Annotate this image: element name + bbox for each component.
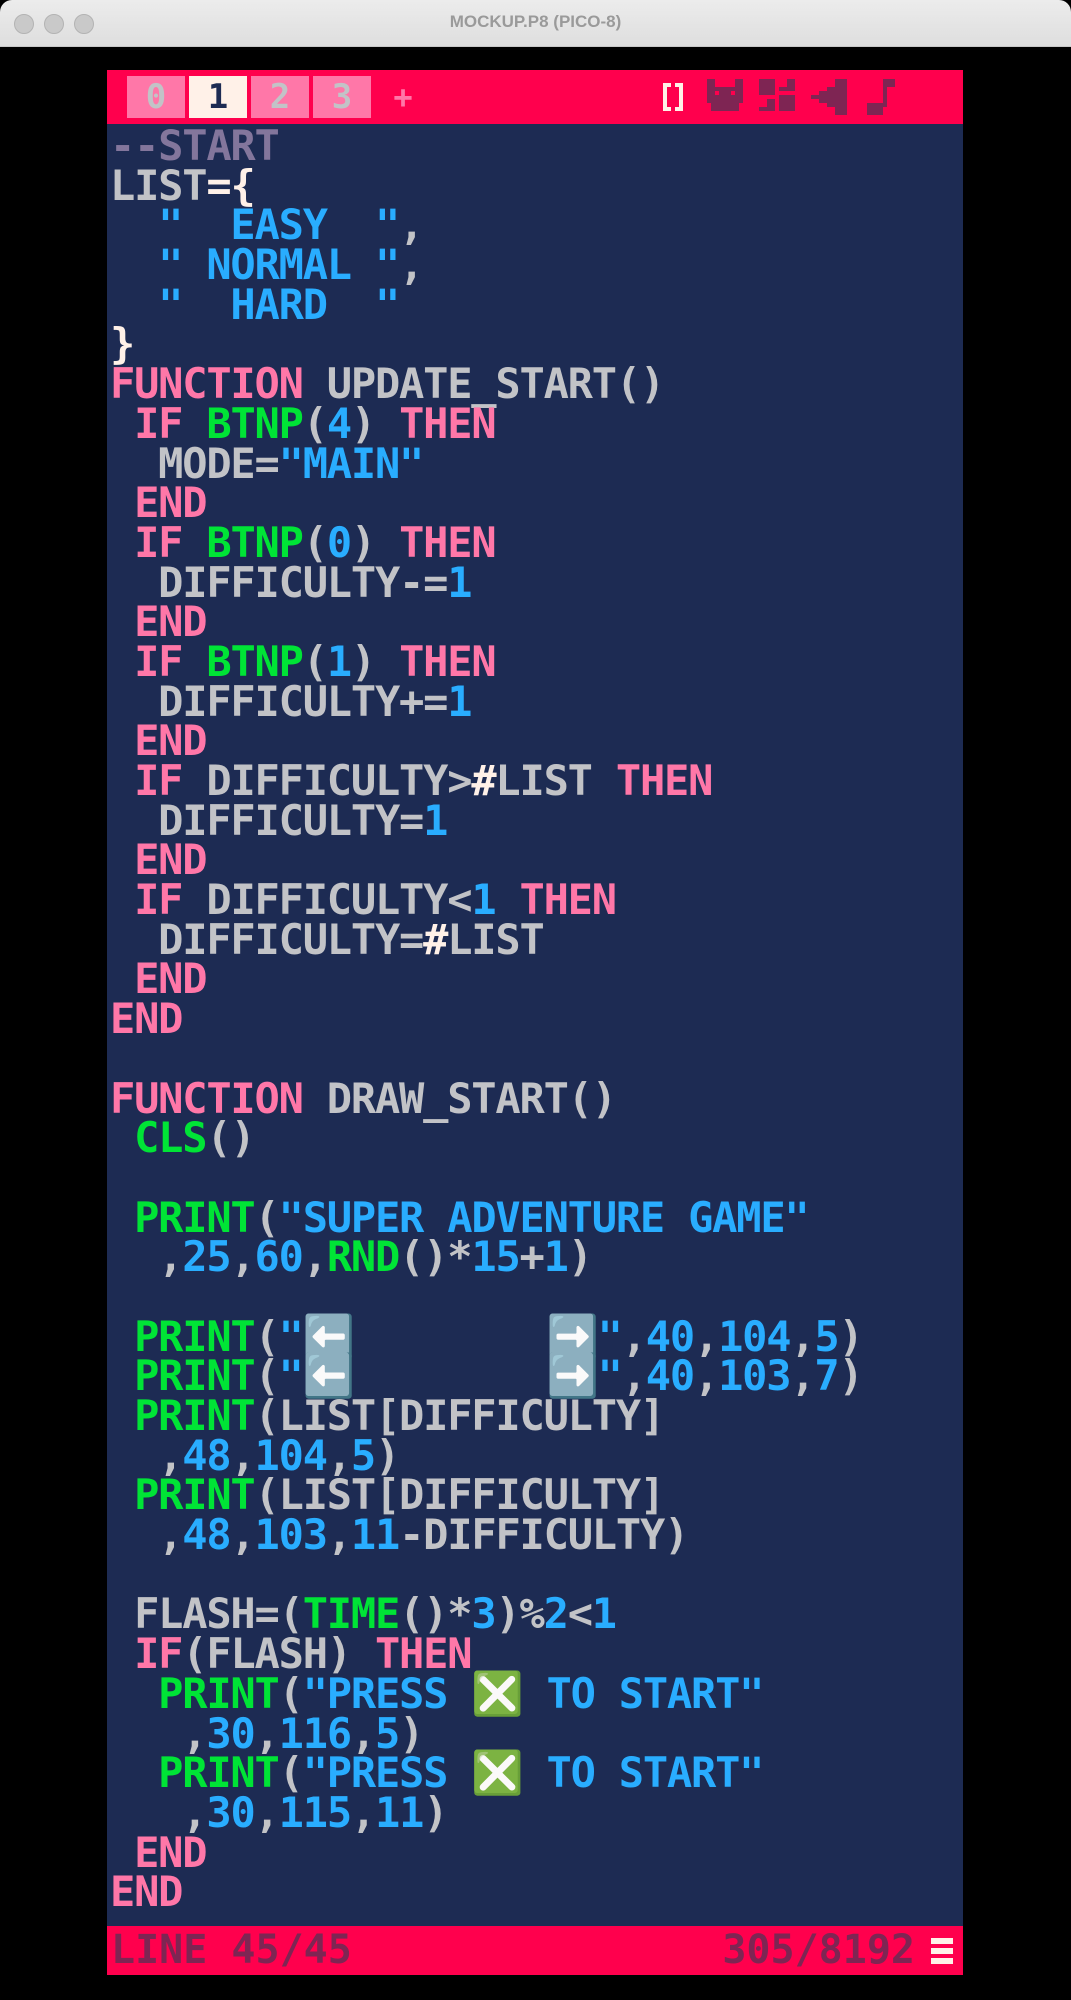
code-token: 1	[447, 676, 472, 726]
tab-2[interactable]: 2	[251, 76, 309, 118]
code-token: ,	[110, 1510, 183, 1560]
code-token: 25	[182, 1232, 231, 1282]
code-line[interactable]: DIFFICULTY=#LIST	[107, 918, 963, 960]
code-token: RND	[326, 1232, 400, 1282]
menu-icon[interactable]	[931, 1938, 953, 1964]
code-token: 1	[543, 1232, 569, 1282]
code-token: 11	[350, 1510, 400, 1560]
code-token: ,	[693, 1351, 719, 1401]
code-token: 1	[447, 557, 472, 607]
code-token: ,	[230, 1232, 255, 1282]
code-token: 30	[206, 1787, 255, 1837]
code-token: END	[110, 1867, 183, 1917]
code-token: 60	[254, 1232, 304, 1282]
code-token: 1	[591, 1589, 617, 1639]
code-token: #	[423, 914, 448, 964]
code-token: ()*	[399, 1232, 472, 1282]
code-line[interactable]: DIFFICULTY=1	[107, 799, 963, 841]
code-token: ,	[302, 1232, 328, 1282]
code-token: -DIFFICULTY)	[399, 1510, 689, 1560]
token-count: 305/8192	[722, 1927, 915, 1973]
code-token: THEN	[591, 756, 714, 805]
code-token: 115	[278, 1787, 352, 1837]
window-titlebar: MOCKUP.P8 (PICO-8)	[0, 0, 1071, 47]
tab-3[interactable]: 3	[313, 76, 371, 118]
code-token: DRAW_START()	[302, 1073, 617, 1123]
code-line[interactable]: END	[107, 1871, 963, 1913]
code-token: #	[471, 756, 496, 805]
code-token: 103	[718, 1351, 791, 1401]
code-token: )	[567, 1232, 593, 1282]
code-token: ,	[326, 1510, 352, 1560]
line-indicator: LINE 45/45	[111, 1927, 352, 1973]
code-line[interactable]: DIFFICULTY-=1	[107, 561, 963, 603]
code-token: LIST	[447, 914, 545, 964]
code-token: ()	[206, 1113, 255, 1163]
sfx-editor-icon[interactable]	[807, 75, 851, 119]
code-token: +	[519, 1232, 545, 1282]
code-token: )	[423, 1787, 448, 1837]
code-line[interactable]: ,30,115,11)	[107, 1791, 963, 1833]
map-editor-icon[interactable]	[755, 75, 799, 119]
tab-1[interactable]: 1	[189, 76, 247, 118]
tab-0[interactable]: 0	[127, 76, 185, 118]
code-token: " HARD "	[110, 279, 400, 329]
code-token: LIST	[495, 756, 593, 805]
code-token: 11	[375, 1787, 424, 1837]
pico8-screen: 0 1 2 3 + --START LIST={ " EASY ", " NORM…	[107, 70, 963, 1975]
status-bar: LINE 45/45 305/8192	[107, 1926, 963, 1975]
code-token: ,	[230, 1510, 255, 1560]
code-token: 48	[182, 1510, 231, 1560]
code-token: <	[567, 1589, 593, 1639]
music-editor-icon[interactable]	[859, 75, 903, 119]
code-line[interactable]: MODE="MAIN"	[107, 442, 963, 484]
add-tab-button[interactable]: +	[383, 76, 423, 118]
code-token: 15	[471, 1232, 520, 1282]
code-line[interactable]: END	[107, 1831, 963, 1873]
code-area[interactable]: --START LIST={ " EASY ", " NORMAL ", " HA…	[107, 125, 963, 1913]
editor-toolbar: 0 1 2 3 +	[107, 70, 963, 124]
window-title: MOCKUP.P8 (PICO-8)	[449, 12, 622, 31]
sprite-editor-icon[interactable]	[703, 75, 747, 119]
code-token: )%	[495, 1589, 544, 1639]
code-token: 2	[543, 1589, 569, 1639]
code-token: ,	[110, 1232, 183, 1282]
code-line[interactable]: END	[107, 958, 963, 1000]
code-token: END	[110, 994, 183, 1044]
code-token: )	[838, 1351, 864, 1401]
code-token: ,	[350, 1787, 376, 1837]
code-line[interactable]: " HARD "	[107, 283, 963, 325]
code-line[interactable]: DIFFICULTY+=1	[107, 680, 963, 722]
code-editor-icon[interactable]	[651, 75, 695, 119]
code-line[interactable]: END	[107, 998, 963, 1040]
code-token: 103	[254, 1510, 328, 1560]
code-token: 3	[471, 1589, 496, 1639]
code-token: ,	[790, 1351, 815, 1401]
code-token: 7	[814, 1351, 839, 1401]
code-token: CLS	[110, 1113, 207, 1163]
code-token: ,	[254, 1787, 280, 1837]
code-token: "MAIN"	[278, 438, 425, 488]
code-line[interactable]: ,48,103,11-DIFFICULTY)	[107, 1514, 963, 1556]
code-line[interactable]: CLS()	[107, 1117, 963, 1159]
code-token: 1	[423, 795, 448, 845]
code-token: ,	[399, 240, 424, 290]
code-line[interactable]: ,25,60,RND()*15+1)	[107, 1236, 963, 1278]
